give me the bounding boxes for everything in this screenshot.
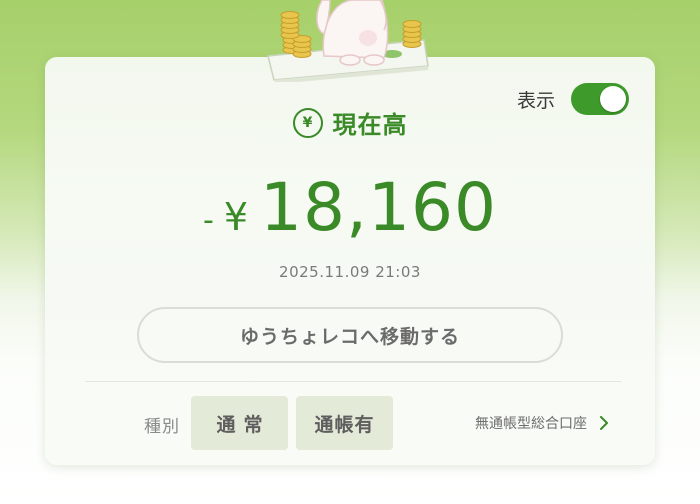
divider (85, 381, 621, 382)
balance-title: 現在高 (332, 111, 408, 139)
account-detail-label: 無通帳型総合口座 (475, 416, 587, 432)
yen-icon: ¥ (292, 107, 323, 138)
balance-amount: 18,160 (260, 169, 497, 246)
currency-symbol: ¥ (223, 195, 249, 239)
chevron-right-icon (600, 416, 608, 430)
mascot-illustration (267, 0, 429, 82)
account-detail-link[interactable]: 無通帳型総合口座 (475, 413, 611, 433)
account-type-chip-normal: 通常 (191, 396, 288, 450)
account-type-row: 種別 通常 通帳有 無通帳型総合口座 (45, 396, 655, 450)
account-type-label: 種別 (144, 417, 180, 437)
balance-card: 表示 ¥ 現在高 - ¥ 18,160 2025.11.09 21:03 ゆうち… (45, 57, 655, 465)
balance-amount-row: - ¥ 18,160 (45, 169, 655, 246)
balance-title-row: ¥ 現在高 (45, 105, 655, 140)
account-type-chip-passbook: 通帳有 (296, 396, 393, 450)
balance-timestamp: 2025.11.09 21:03 (279, 263, 421, 281)
move-to-yucho-reco-button[interactable]: ゆうちょレコへ移動する (137, 307, 563, 363)
balance-sign: - (203, 203, 214, 238)
